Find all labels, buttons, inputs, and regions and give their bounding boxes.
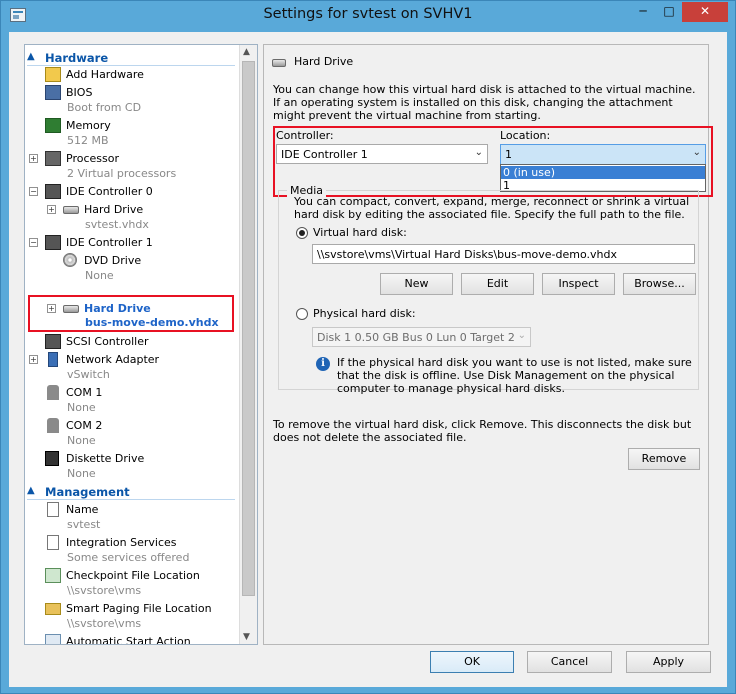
expand-plus-icon[interactable]: +: [47, 304, 56, 313]
com-port-icon: [47, 385, 59, 400]
automatic-start-icon: [45, 634, 61, 644]
maximize-button[interactable]: □: [656, 2, 682, 22]
location-option-0[interactable]: 0 (in use): [501, 166, 705, 179]
checkpoint-location-detail: \\svstore\vms: [67, 584, 142, 597]
com2-detail: None: [67, 434, 96, 447]
smart-paging-location-detail: \\svstore\vms: [67, 617, 142, 630]
section-divider: [27, 65, 235, 66]
checkpoint-icon: [45, 568, 61, 583]
window-title: Settings for svtest on SVHV1: [263, 6, 473, 22]
ok-button[interactable]: OK: [430, 651, 514, 673]
intro-text: You can change how this virtual hard dis…: [273, 83, 696, 122]
dvd-disc-icon: [63, 253, 77, 267]
location-dropdown-list: 0 (in use) 1: [500, 164, 706, 192]
smart-paging-icon: [45, 603, 61, 615]
edit-button[interactable]: Edit: [461, 273, 534, 295]
memory-detail: 512 MB: [67, 134, 109, 147]
close-button[interactable]: ✕: [682, 2, 728, 22]
collapse-chevron-icon[interactable]: ▲: [27, 485, 35, 496]
hard-drive-1-detail: bus-move-demo.vhdx: [85, 316, 219, 329]
title-bar[interactable]: Settings for svtest on SVHV1 ─ □ ✕: [1, 1, 735, 31]
physical-hard-disk-select[interactable]: Disk 1 0.50 GB Bus 0 Lun 0 Target 2 ⌄: [312, 327, 531, 347]
virtual-hard-disk-radio[interactable]: [296, 227, 308, 239]
collapse-chevron-icon[interactable]: ▲: [27, 51, 35, 62]
processor-detail: 2 Virtual processors: [67, 167, 177, 180]
processor-icon: [45, 151, 61, 166]
add-hardware-icon: [45, 67, 61, 82]
section-divider: [27, 499, 235, 500]
expand-plus-icon[interactable]: +: [29, 154, 38, 163]
dvd-drive-detail: None: [85, 269, 114, 282]
com-port-icon: [47, 418, 59, 433]
hard-drive-icon: [63, 305, 79, 313]
remove-description: To remove the virtual hard disk, click R…: [273, 418, 692, 444]
expand-plus-icon[interactable]: +: [29, 355, 38, 364]
virtual-hard-disk-path-input[interactable]: \\svstore\vms\Virtual Hard Disks\bus-mov…: [312, 244, 695, 264]
minimize-button[interactable]: ─: [630, 2, 656, 22]
virtual-hard-disk-label: Virtual hard disk:: [313, 226, 407, 239]
controller-select[interactable]: IDE Controller 1 ⌄: [276, 144, 488, 164]
controller-label: Controller:: [276, 129, 334, 142]
hard-drive-icon: [272, 59, 286, 67]
info-icon: i: [316, 357, 330, 371]
bios-detail: Boot from CD: [67, 101, 142, 114]
scsi-controller-icon: [45, 334, 61, 349]
media-description: You can compact, convert, expand, merge,…: [294, 195, 690, 221]
ide-controller-icon: [45, 235, 61, 250]
network-adapter-detail: vSwitch: [67, 368, 110, 381]
scroll-up-arrow-icon[interactable]: ▲: [243, 47, 250, 57]
expand-plus-icon[interactable]: +: [47, 205, 56, 214]
location-label: Location:: [500, 129, 551, 142]
name-detail: svtest: [67, 518, 101, 531]
integration-services-detail: Some services offered: [67, 551, 190, 564]
hard-drive-icon: [63, 206, 79, 214]
memory-icon: [45, 118, 61, 133]
physical-hard-disk-label: Physical hard disk:: [313, 307, 416, 320]
hard-drive-settings-pane: Hard Drive You can change how this virtu…: [263, 44, 713, 645]
chevron-down-icon: ⌄: [474, 147, 483, 158]
bios-icon: [45, 85, 61, 100]
diskette-drive-detail: None: [67, 467, 96, 480]
new-button[interactable]: New: [380, 273, 453, 295]
chevron-down-icon: ⌄: [692, 147, 701, 158]
network-adapter-icon: [48, 352, 58, 367]
cancel-button[interactable]: Cancel: [527, 651, 612, 673]
remove-button[interactable]: Remove: [628, 448, 700, 470]
collapse-minus-icon[interactable]: −: [29, 187, 38, 196]
settings-tree: ▲ Hardware Add Hardware BIOS Boot from C…: [24, 44, 258, 645]
physical-hard-disk-radio[interactable]: [296, 308, 308, 320]
tree-scrollbar[interactable]: ▲ ▼: [239, 45, 257, 644]
chevron-down-icon: ⌄: [517, 330, 526, 341]
dialog-client: ▲ Hardware Add Hardware BIOS Boot from C…: [9, 32, 727, 687]
integration-services-icon: [47, 535, 59, 550]
media-group: Media You can compact, convert, expand, …: [278, 184, 699, 395]
physical-disk-info-text: If the physical hard disk you want to us…: [337, 356, 692, 395]
apply-button[interactable]: Apply: [626, 651, 711, 673]
browse-button[interactable]: Browse...: [623, 273, 696, 295]
com1-detail: None: [67, 401, 96, 414]
dialog-button-bar: OK Cancel Apply: [9, 650, 727, 687]
name-icon: [47, 502, 59, 517]
ide-controller-icon: [45, 184, 61, 199]
collapse-minus-icon[interactable]: −: [29, 238, 38, 247]
inspect-button[interactable]: Inspect: [542, 273, 615, 295]
diskette-icon: [45, 451, 59, 466]
hard-drive-0-detail: svtest.vhdx: [85, 218, 149, 231]
scrollbar-thumb[interactable]: [242, 61, 255, 596]
scroll-down-arrow-icon[interactable]: ▼: [243, 632, 250, 642]
settings-window: Settings for svtest on SVHV1 ─ □ ✕ ▲ Har…: [0, 0, 736, 694]
